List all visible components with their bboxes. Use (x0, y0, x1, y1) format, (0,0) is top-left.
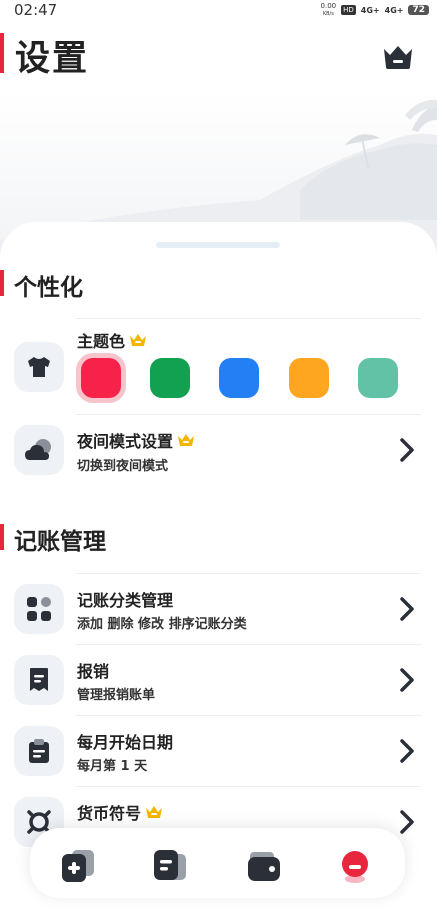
divider (76, 715, 421, 716)
divider (76, 414, 421, 415)
chevron-right-icon (400, 668, 414, 692)
section-title-bookkeeping: 记账管理 (14, 529, 106, 555)
section-accent-bar (0, 524, 4, 550)
premium-crown-icon (178, 434, 195, 446)
clipboard-icon (14, 726, 64, 776)
currency-title: 货币符号 (77, 800, 163, 824)
premium-crown-icon (146, 806, 163, 818)
wallet-icon (248, 852, 280, 881)
night-mode-subtitle: 切换到夜间模式 (77, 459, 169, 474)
status-icons: 0.00 KB/s HD 4G+ 4G+ 72 (321, 2, 429, 18)
chevron-right-icon (400, 810, 414, 834)
bottom-nav (30, 828, 405, 898)
currency-label: 货币符号 (77, 804, 142, 823)
divider (76, 644, 421, 645)
month-start-subtitle: 每月第 1 天 (77, 759, 148, 774)
net-speed-value: 0.00 (320, 2, 337, 10)
net-speed-unit: KB/s (322, 11, 334, 17)
sheet-handle[interactable] (156, 242, 280, 248)
reimburse-title: 报销 (77, 662, 110, 681)
category-management-title: 记账分类管理 (77, 591, 174, 610)
theme-swatch-orange[interactable] (289, 358, 329, 398)
hd-badge: HD (341, 5, 356, 15)
theme-swatch-teal[interactable] (358, 358, 398, 398)
signal-sim2: 4G+ (384, 5, 404, 15)
tshirt-icon (14, 342, 64, 392)
profile-icon (342, 851, 368, 883)
night-mode-label: 夜间模式设置 (77, 432, 174, 451)
divider (76, 573, 421, 574)
category-management-subtitle: 添加 删除 修改 排序记账分类 (77, 617, 247, 632)
nav-profile[interactable] (335, 846, 375, 886)
night-mode-title: 夜间模式设置 (77, 428, 195, 452)
add-record-icon (62, 850, 94, 882)
bills-icon (154, 850, 186, 880)
chevron-right-icon (400, 739, 414, 763)
category-grid-icon (14, 584, 64, 634)
theme-color-title: 主题色 (77, 328, 147, 352)
theme-swatch-green[interactable] (150, 358, 190, 398)
reimburse-subtitle: 管理报销账单 (77, 688, 156, 703)
status-bar: 02:47 0.00 KB/s HD 4G+ 4G+ 72 (0, 0, 437, 22)
nav-bills[interactable] (150, 846, 190, 886)
section-title-personalization: 个性化 (14, 275, 83, 301)
nav-wallet[interactable] (244, 846, 284, 886)
section-accent-bar (0, 270, 4, 296)
title-accent-bar (0, 33, 4, 73)
theme-swatch-red[interactable] (81, 358, 121, 398)
night-cloud-icon (14, 425, 64, 475)
page-title: 设置 (15, 39, 90, 79)
receipt-icon (14, 655, 64, 705)
theme-swatch-blue[interactable] (219, 358, 259, 398)
signal-sim1: 4G+ (360, 5, 380, 15)
nav-add-record[interactable] (58, 846, 98, 886)
divider (76, 786, 421, 787)
chevron-right-icon (400, 597, 414, 621)
month-start-title: 每月开始日期 (77, 733, 174, 752)
settings-sheet (0, 222, 437, 922)
premium-crown-icon (130, 334, 147, 346)
status-time: 02:47 (14, 1, 58, 19)
divider (76, 318, 421, 319)
net-speed: 0.00 KB/s (321, 2, 337, 18)
battery-icon: 72 (408, 5, 429, 15)
crown-icon[interactable] (380, 40, 416, 72)
chevron-right-icon (400, 438, 414, 462)
theme-color-label: 主题色 (77, 332, 126, 351)
